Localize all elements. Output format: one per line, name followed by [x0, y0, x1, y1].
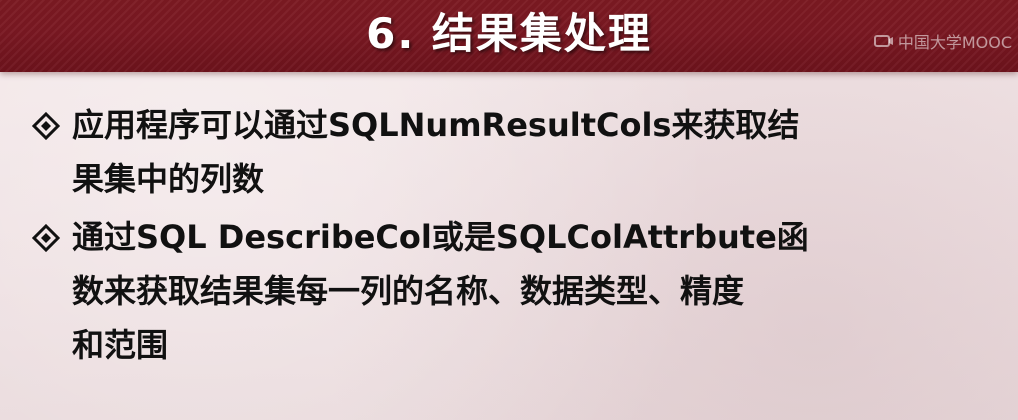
mooc-logo-icon: [873, 35, 893, 47]
slide-title: 6. 结果集处理: [366, 9, 652, 58]
bullet-line: 果集中的列数: [72, 160, 265, 198]
bullet-item: 通过SQL DescribeCol或是SQLColAttrbute函 数来获取结…: [28, 210, 988, 372]
bullet-line: 应用程序可以通过SQLNumResultCols来获取结: [72, 106, 800, 144]
mooc-watermark: 中国大学MOOC: [873, 30, 1012, 52]
bullet-line: 和范围: [72, 326, 169, 364]
title-bar: 6. 结果集处理 中国大学MOOC: [0, 0, 1018, 72]
slide: 6. 结果集处理 中国大学MOOC 应用程序可以通过SQLNumResultCo…: [0, 0, 1018, 420]
watermark-text: 中国大学MOOC: [897, 33, 1012, 52]
bullet-item: 应用程序可以通过SQLNumResultCols来获取结 果集中的列数: [28, 98, 988, 206]
diamond-bullet-icon: [32, 224, 60, 252]
diamond-bullet-icon: [32, 112, 60, 140]
bullet-list: 应用程序可以通过SQLNumResultCols来获取结 果集中的列数 通过SQ…: [28, 98, 988, 376]
bullet-line: 数来获取结果集每一列的名称、数据类型、精度: [72, 272, 745, 310]
bullet-line: 通过SQL DescribeCol或是SQLColAttrbute函: [72, 218, 809, 256]
